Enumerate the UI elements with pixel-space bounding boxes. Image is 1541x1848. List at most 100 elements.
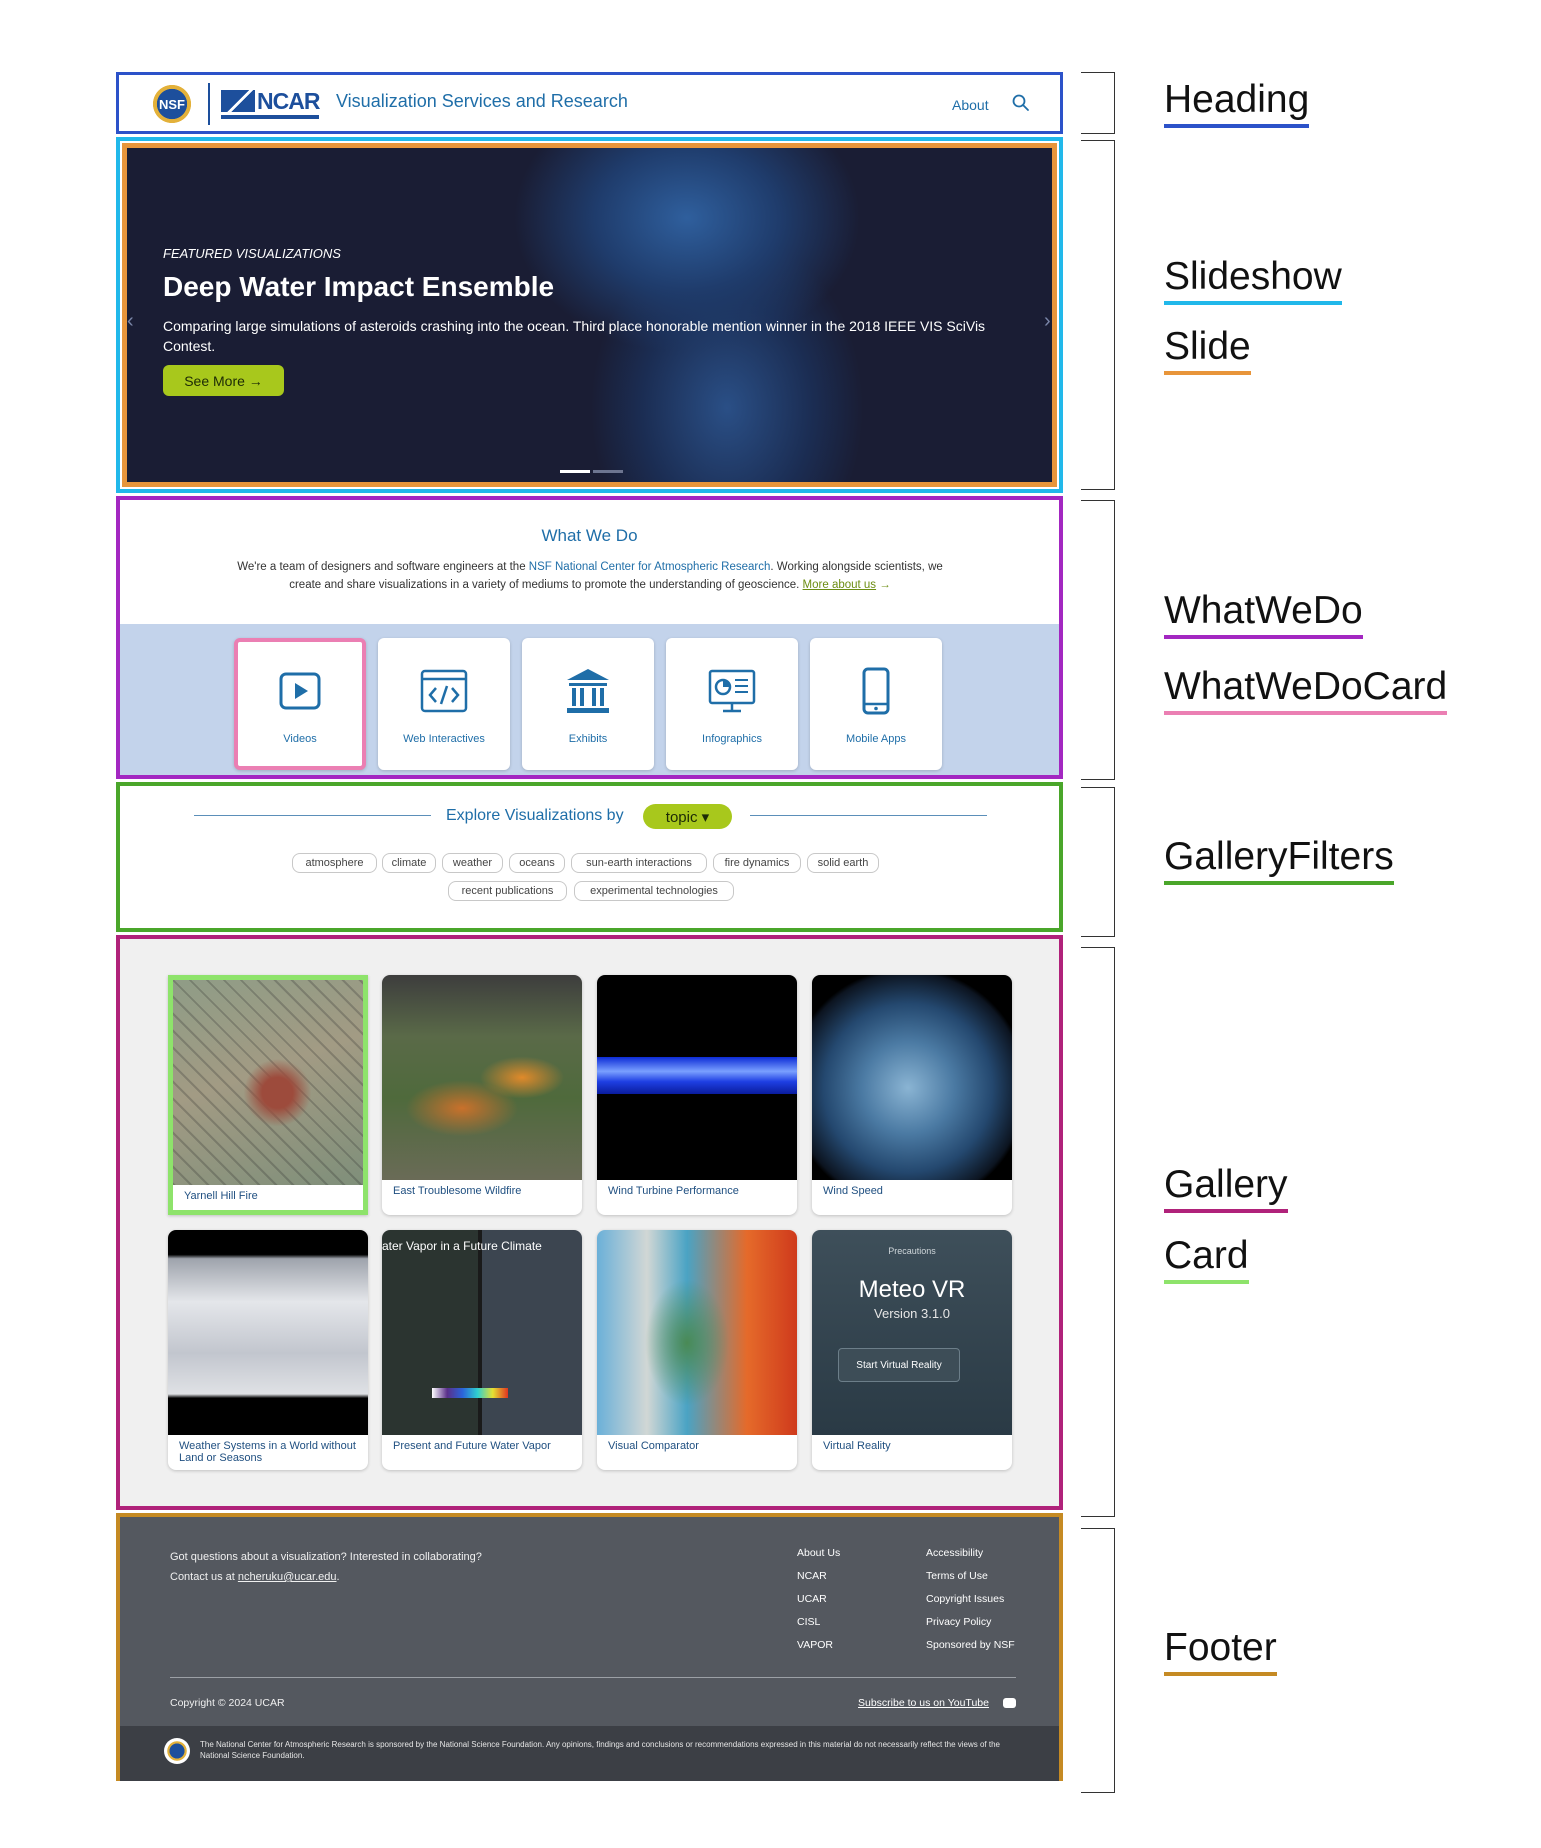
filter-chip-experimental-technologies[interactable]: experimental technologies	[574, 881, 734, 901]
footer-disclaimer-bar: The National Center for Atmospheric Rese…	[120, 1726, 1059, 1781]
card-caption: Wind Turbine Performance	[608, 1185, 739, 1197]
slide-eyebrow: FEATURED VISUALIZATIONS	[163, 246, 341, 261]
card-caption: East Troublesome Wildfire	[393, 1185, 522, 1197]
ncar-logo-bar	[221, 115, 319, 119]
filter-chip-atmosphere[interactable]: atmosphere	[292, 853, 377, 873]
smartphone-icon	[862, 667, 890, 715]
card-thumbnail	[812, 975, 1012, 1180]
card-caption: Present and Future Water Vapor	[393, 1440, 551, 1452]
footer-link-accessibility[interactable]: Accessibility	[926, 1547, 983, 1559]
annotation-card: Card	[1164, 1234, 1249, 1284]
slide-next-arrow-icon[interactable]: ›	[1044, 310, 1051, 333]
card-thumbnail	[597, 1230, 797, 1435]
footer-link-cisl[interactable]: CISL	[797, 1616, 820, 1628]
footer-link-privacy[interactable]: Privacy Policy	[926, 1616, 991, 1628]
slide-indicator-active[interactable]	[560, 470, 590, 473]
code-window-icon	[420, 669, 468, 713]
slide-description: Comparing large simulations of asteroids…	[163, 318, 986, 354]
bracket-slideshow	[1081, 140, 1115, 490]
chart-monitor-icon	[708, 669, 756, 713]
museum-icon	[567, 669, 609, 713]
footer-link-vapor[interactable]: VAPOR	[797, 1639, 833, 1651]
filter-chip-fire-dynamics[interactable]: fire dynamics	[713, 853, 801, 873]
what-we-do-cards: Videos Web Interactives Exhibits Infogra…	[120, 624, 1059, 775]
contact-email-link[interactable]: ncheruku@ucar.edu	[238, 1571, 337, 1583]
what-we-do-card-mobile-apps[interactable]: Mobile Apps	[810, 638, 942, 770]
footer-link-terms[interactable]: Terms of Use	[926, 1570, 988, 1582]
ncar-link[interactable]: NSF National Center for Atmospheric Rese…	[529, 561, 771, 573]
card-thumbnail: ater Vapor in a Future Climate	[382, 1230, 582, 1435]
annotation-slideshow: Slideshow	[1164, 255, 1342, 305]
header-divider	[208, 83, 210, 125]
card-caption: Wind Speed	[823, 1185, 883, 1197]
card-thumbnail	[168, 1230, 368, 1435]
filter-chip-solid-earth[interactable]: solid earth	[807, 853, 879, 873]
card-caption: Yarnell Hill Fire	[184, 1190, 258, 1202]
arrow-right-icon: →	[876, 579, 891, 591]
bracket-footer	[1081, 1528, 1115, 1793]
what-we-do-card-infographics[interactable]: Infographics	[666, 638, 798, 770]
gallery-card[interactable]: Precautions Meteo VR Version 3.1.0 Start…	[812, 1230, 1012, 1470]
slide-indicator[interactable]	[593, 470, 623, 473]
footer-contact: Got questions about a visualization? Int…	[170, 1551, 482, 1583]
annotation-heading: Heading	[1164, 78, 1310, 128]
play-icon	[279, 672, 321, 710]
topic-dropdown[interactable]: topic ▾	[643, 804, 732, 829]
youtube-icon[interactable]	[1003, 1698, 1016, 1708]
annotation-galleryfilters: GalleryFilters	[1164, 835, 1394, 885]
what-we-do-card-exhibits[interactable]: Exhibits	[522, 638, 654, 770]
see-more-button[interactable]: See More →	[163, 365, 284, 396]
vr-precautions: Precautions	[888, 1246, 936, 1256]
youtube-link[interactable]: Subscribe to us on YouTube	[858, 1697, 989, 1709]
ncar-logo[interactable]: NCAR	[221, 88, 320, 120]
nsf-seal-icon	[164, 1738, 190, 1764]
more-about-us-link[interactable]: More about us	[803, 579, 877, 591]
gallery-card[interactable]: Yarnell Hill Fire	[168, 975, 368, 1215]
footer-link-ncar[interactable]: NCAR	[797, 1570, 827, 1582]
bracket-whatwedo	[1081, 500, 1115, 780]
nsf-logo[interactable]: NSF	[149, 81, 195, 127]
bracket-galleryfilters	[1081, 787, 1115, 937]
vr-title: Meteo VR	[858, 1276, 966, 1303]
gallery-card[interactable]: Wind Turbine Performance	[597, 975, 797, 1215]
gallery-filters: Explore Visualizations by topic ▾ atmosp…	[116, 782, 1063, 932]
annotation-gallery: Gallery	[1164, 1163, 1288, 1213]
filter-chip-climate[interactable]: climate	[382, 853, 436, 873]
gallery-card[interactable]: Visual Comparator	[597, 1230, 797, 1470]
what-we-do-card-web-interactives[interactable]: Web Interactives	[378, 638, 510, 770]
footer-link-sponsored[interactable]: Sponsored by NSF	[926, 1639, 1015, 1651]
footer-disclaimer: The National Center for Atmospheric Rese…	[200, 1740, 1000, 1760]
gallery-card[interactable]: Wind Speed	[812, 975, 1012, 1215]
what-we-do-card-videos[interactable]: Videos	[234, 638, 366, 770]
filter-chip-recent-publications[interactable]: recent publications	[448, 881, 567, 901]
annotation-footer: Footer	[1164, 1626, 1277, 1676]
filter-chip-oceans[interactable]: oceans	[509, 853, 565, 873]
footer-link-ucar[interactable]: UCAR	[797, 1593, 827, 1605]
gallery-card[interactable]: ater Vapor in a Future Climate Present a…	[382, 1230, 582, 1470]
footer-link-copyright[interactable]: Copyright Issues	[926, 1593, 1004, 1605]
site-header: NSF NCAR Visualization Services and Rese…	[116, 72, 1063, 134]
what-we-do-title: What We Do	[541, 526, 638, 545]
slide: FEATURED VISUALIZATIONS Deep Water Impac…	[122, 143, 1057, 487]
vr-version: Version 3.1.0	[874, 1306, 950, 1321]
gallery-card[interactable]: Weather Systems in a World without Land …	[168, 1230, 368, 1470]
explore-label: Explore Visualizations by	[446, 807, 624, 824]
ncar-mark-icon	[221, 90, 255, 112]
nav-about-link[interactable]: About	[952, 97, 989, 113]
search-icon[interactable]	[1010, 92, 1032, 114]
gallery: Yarnell Hill Fire East Troublesome Wildf…	[116, 935, 1063, 1510]
card-caption: Virtual Reality	[823, 1440, 891, 1452]
annotation-whatwedocard: WhatWeDoCard	[1164, 665, 1448, 715]
card-thumbnail	[173, 980, 363, 1185]
filter-chip-weather[interactable]: weather	[442, 853, 503, 873]
slide-prev-arrow-icon[interactable]: ‹	[127, 310, 134, 333]
divider-left	[194, 815, 431, 816]
what-we-do: What We Do We're a team of designers and…	[116, 496, 1063, 779]
site-title[interactable]: Visualization Services and Research	[336, 91, 628, 112]
footer-link-about-us[interactable]: About Us	[797, 1547, 840, 1559]
thumbnail-title: ater Vapor in a Future Climate	[382, 1239, 542, 1253]
gallery-card[interactable]: East Troublesome Wildfire	[382, 975, 582, 1215]
footer-divider	[170, 1677, 1016, 1678]
filter-chip-sun-earth[interactable]: sun-earth interactions	[571, 853, 707, 873]
divider-right	[750, 815, 987, 816]
